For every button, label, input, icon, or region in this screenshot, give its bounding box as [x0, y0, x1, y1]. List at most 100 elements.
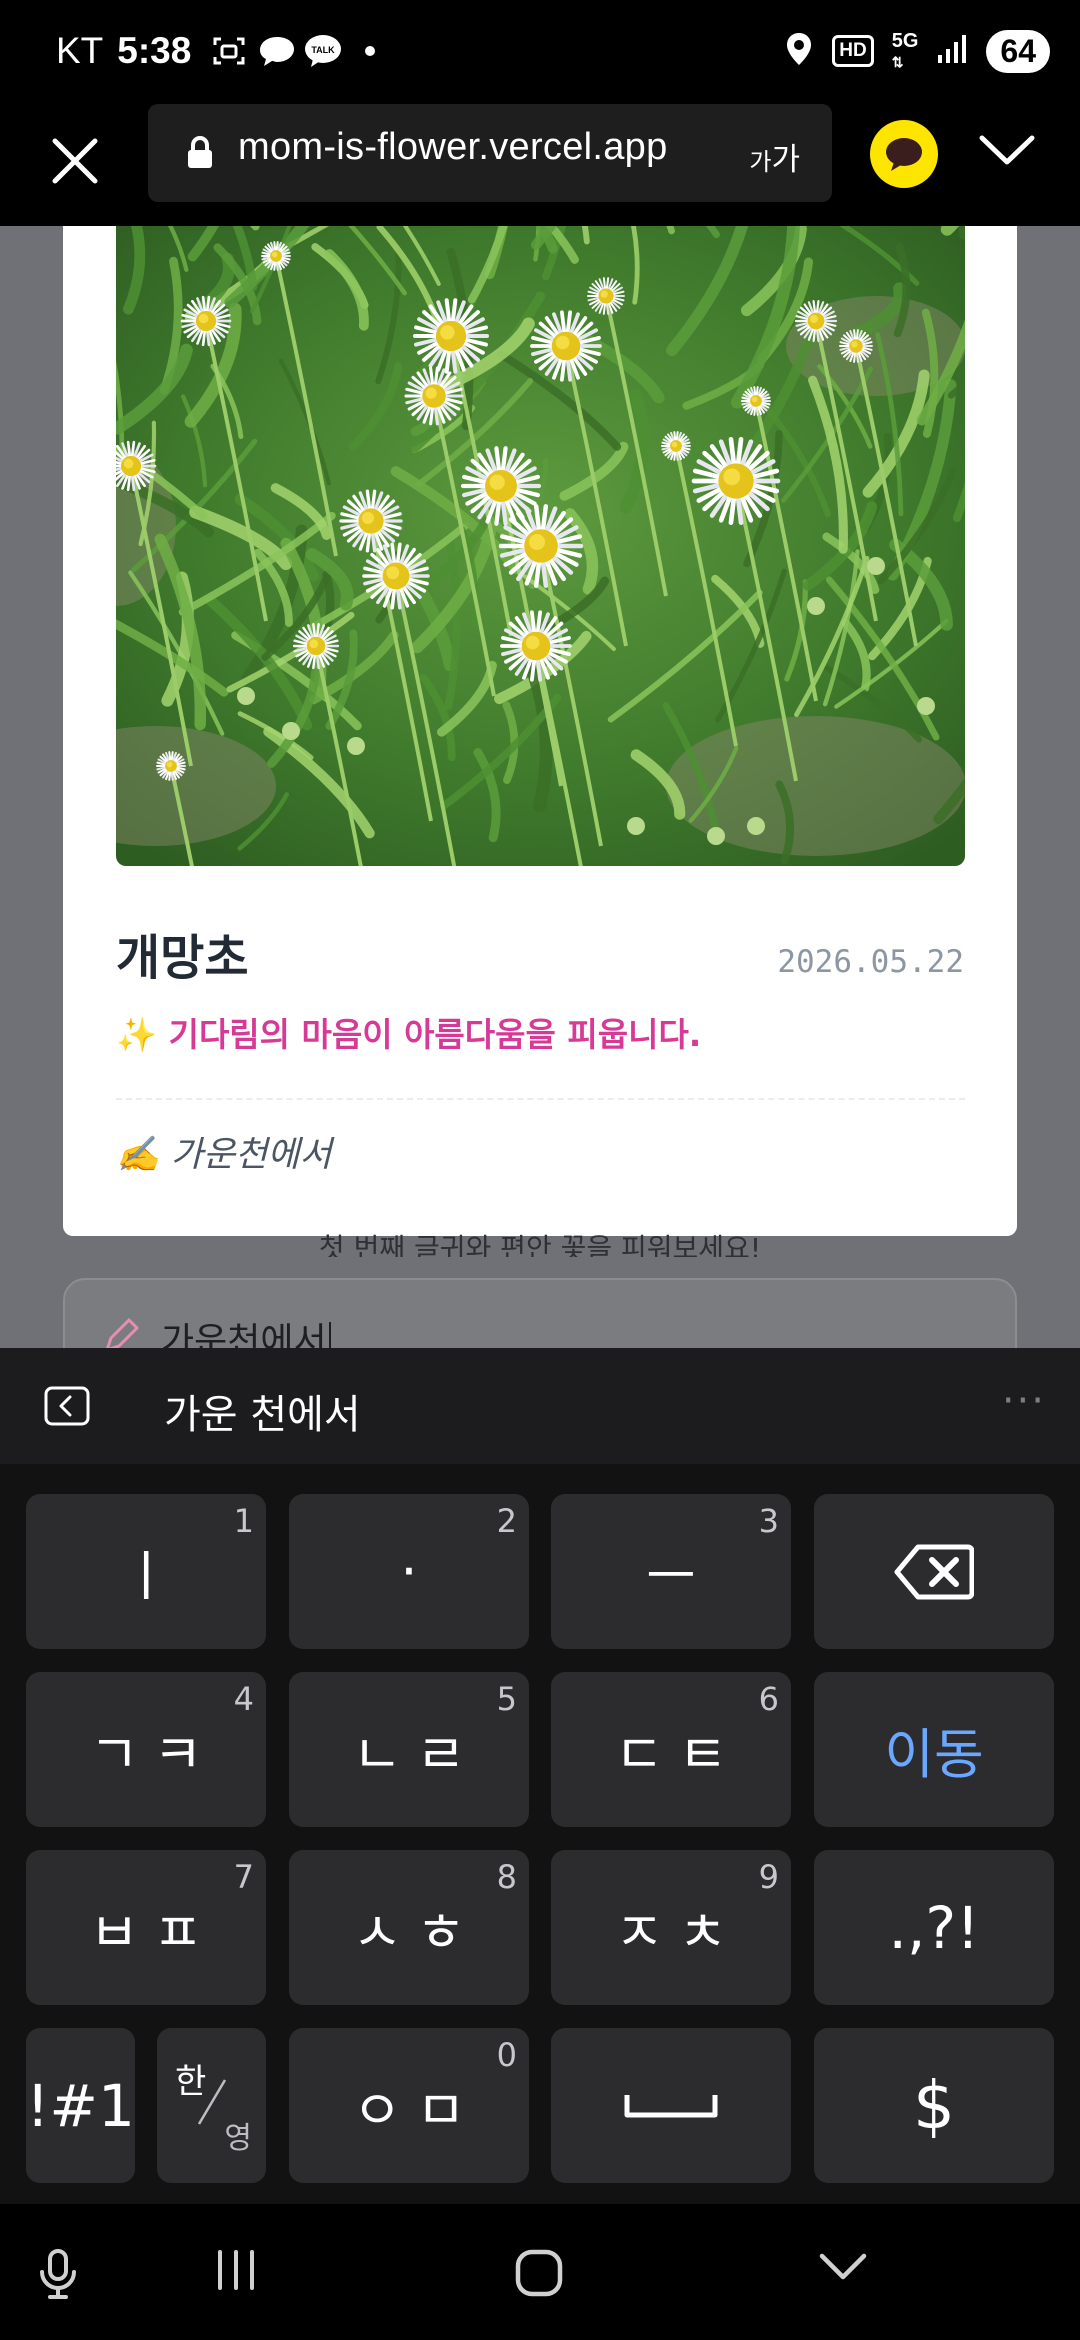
navigation-bar	[0, 2204, 1080, 2340]
kakaotalk-icon: TALK	[303, 33, 343, 69]
key-dollar[interactable]: $	[814, 2028, 1054, 2183]
key-backspace[interactable]	[814, 1494, 1054, 1649]
key-move[interactable]: 이동	[814, 1672, 1054, 1827]
flower-bud	[707, 827, 725, 845]
backspace-icon	[894, 1544, 974, 1599]
key-language-switch[interactable]: 한 영	[157, 2028, 266, 2183]
signal-icon	[936, 33, 968, 69]
key-label: ㄴㄹ	[352, 1723, 480, 1786]
network-badge: 5G ⇅	[891, 29, 919, 70]
key-label: 이동	[884, 1723, 984, 1786]
flower-card: 개망초 2026.05.22 ✨ 기다림의 마음이 아름다움을 피웁니다. ✍️…	[63, 226, 1017, 1236]
microphone-icon	[40, 2249, 76, 2299]
key-label: ㅡ	[646, 1545, 710, 1608]
carrier-label: KT	[56, 30, 104, 71]
url-text: mom-is-flower.vercel.app	[238, 126, 668, 168]
key-number: 1	[233, 1502, 254, 1540]
hint-text: 첫 번째 글귀와 편안 꽃을 피워보세요!	[318, 1232, 762, 1257]
clock: 5:38	[117, 30, 192, 71]
key-label: ㅅㅎ	[352, 1901, 480, 1964]
key-punctuation[interactable]: .,?!	[814, 1850, 1054, 2005]
recent-apps-button[interactable]	[214, 2248, 258, 2292]
key-label: .,?!	[888, 1893, 980, 1962]
key-siot-hieut[interactable]: ㅅㅎ 8	[289, 1850, 529, 2005]
flower-bud	[747, 817, 765, 835]
key-nieun-rieul[interactable]: ㄴㄹ 5	[289, 1672, 529, 1827]
suggestion-word[interactable]: 가운 천에서	[164, 1382, 361, 1440]
flower-bud	[867, 557, 885, 575]
key-label: ·	[400, 1540, 432, 1603]
flower-bud	[347, 737, 365, 755]
address-bar[interactable]: mom-is-flower.vercel.app 가가	[148, 104, 832, 202]
svg-text:TALK: TALK	[312, 45, 336, 55]
kakaotalk-share-button[interactable]	[870, 120, 938, 188]
keyboard-suggestion-bar: 가운 천에서 ···	[0, 1348, 1080, 1464]
voice-input-button[interactable]	[36, 2248, 80, 2300]
flower-date: 2026.05.22	[777, 944, 964, 980]
flower-signature: ✍️ 가운천에서	[116, 1135, 332, 1175]
key-space[interactable]	[551, 2028, 791, 2183]
home-button[interactable]	[514, 2248, 564, 2298]
key-number: 0	[496, 2036, 517, 2074]
slash-divider	[197, 2079, 227, 2125]
key-label: ㄷㅌ	[614, 1723, 742, 1786]
memo-input-value: 가운천에서	[161, 1312, 331, 1348]
key-bieup-pieup[interactable]: ㅂㅍ 7	[26, 1850, 266, 2005]
key-ieung-mieum[interactable]: ㅇㅁ 0	[289, 2028, 529, 2183]
web-page: 개망초 2026.05.22 ✨ 기다림의 마음이 아름다움을 피웁니다. ✍️…	[0, 226, 1080, 1348]
flower-bud	[237, 687, 255, 705]
home-icon	[515, 2249, 563, 2297]
key-label: ㅣ	[121, 1545, 185, 1608]
screenshot-icon	[211, 33, 247, 69]
flower-photo	[116, 226, 965, 866]
key-number: 6	[758, 1680, 779, 1718]
battery-indicator: 64	[986, 29, 1050, 73]
key-number: 7	[233, 1858, 254, 1896]
key-number: 5	[496, 1680, 517, 1718]
flower-bud	[627, 817, 645, 835]
close-button[interactable]	[40, 126, 110, 196]
key-label: !#1	[26, 2071, 135, 2140]
more-menu-button[interactable]	[978, 130, 1036, 174]
hide-keyboard-button[interactable]	[818, 2248, 868, 2284]
key-label: ㅂㅍ	[89, 1901, 217, 1964]
key-vowel-eu[interactable]: ㅡ 3	[551, 1494, 791, 1649]
flower-bud	[282, 722, 300, 740]
memo-input[interactable]: 가운천에서	[63, 1278, 1017, 1348]
close-icon	[52, 138, 98, 184]
text-size-large: 가	[771, 142, 800, 178]
more-options-button[interactable]: ···	[1002, 1378, 1046, 1424]
flower-message: ✨ 기다림의 마음이 아름다움을 피웁니다.	[116, 1015, 702, 1054]
network-label: 5G	[891, 29, 919, 52]
hd-badge: HD	[832, 35, 874, 67]
text-size-button[interactable]: 가가	[749, 134, 800, 179]
key-jieut-chieut[interactable]: ㅈㅊ 9	[551, 1850, 791, 2005]
chevron-left-icon	[44, 1386, 90, 1426]
browser-toolbar: mom-is-flower.vercel.app 가가	[0, 100, 1080, 226]
daisy-fleabane-image	[116, 226, 965, 866]
flower-bud	[917, 697, 935, 715]
chevron-down-icon	[979, 135, 1035, 165]
recent-apps-icon	[218, 2250, 254, 2290]
pencil-icon	[101, 1316, 141, 1348]
key-giyeok-kieuk[interactable]: ㄱㅋ 4	[26, 1672, 266, 1827]
key-number: 8	[496, 1858, 517, 1896]
flower-name: 개망초	[116, 930, 249, 986]
keyboard-toolbar-toggle[interactable]	[44, 1386, 90, 1430]
key-label: ㄱㅋ	[89, 1723, 217, 1786]
key-number: 9	[758, 1858, 779, 1896]
text-size-small: 가	[749, 148, 772, 176]
key-label-secondary: 영	[224, 2121, 252, 2156]
dot-icon	[363, 44, 377, 58]
key-symbols[interactable]: !#1	[26, 2028, 135, 2183]
lock-icon	[186, 136, 214, 174]
key-label: ㅈㅊ	[614, 1901, 742, 1964]
key-digeut-tieut[interactable]: ㄷㅌ 6	[551, 1672, 791, 1827]
keyboard: ㅣ 1 · 2 ㅡ 3 ㄱㅋ 4 ㄴㄹ 5 ㄷㅌ 6 이동 ㅂㅍ 7 ㅅㅎ 8 …	[0, 1464, 1080, 2204]
card-divider	[116, 1098, 965, 1100]
key-label: $	[913, 2067, 955, 2144]
key-vowel-dot[interactable]: · 2	[289, 1494, 529, 1649]
key-label: ㅇㅁ	[352, 2079, 480, 2142]
flower-bud	[807, 597, 825, 615]
key-vowel-i[interactable]: ㅣ 1	[26, 1494, 266, 1649]
